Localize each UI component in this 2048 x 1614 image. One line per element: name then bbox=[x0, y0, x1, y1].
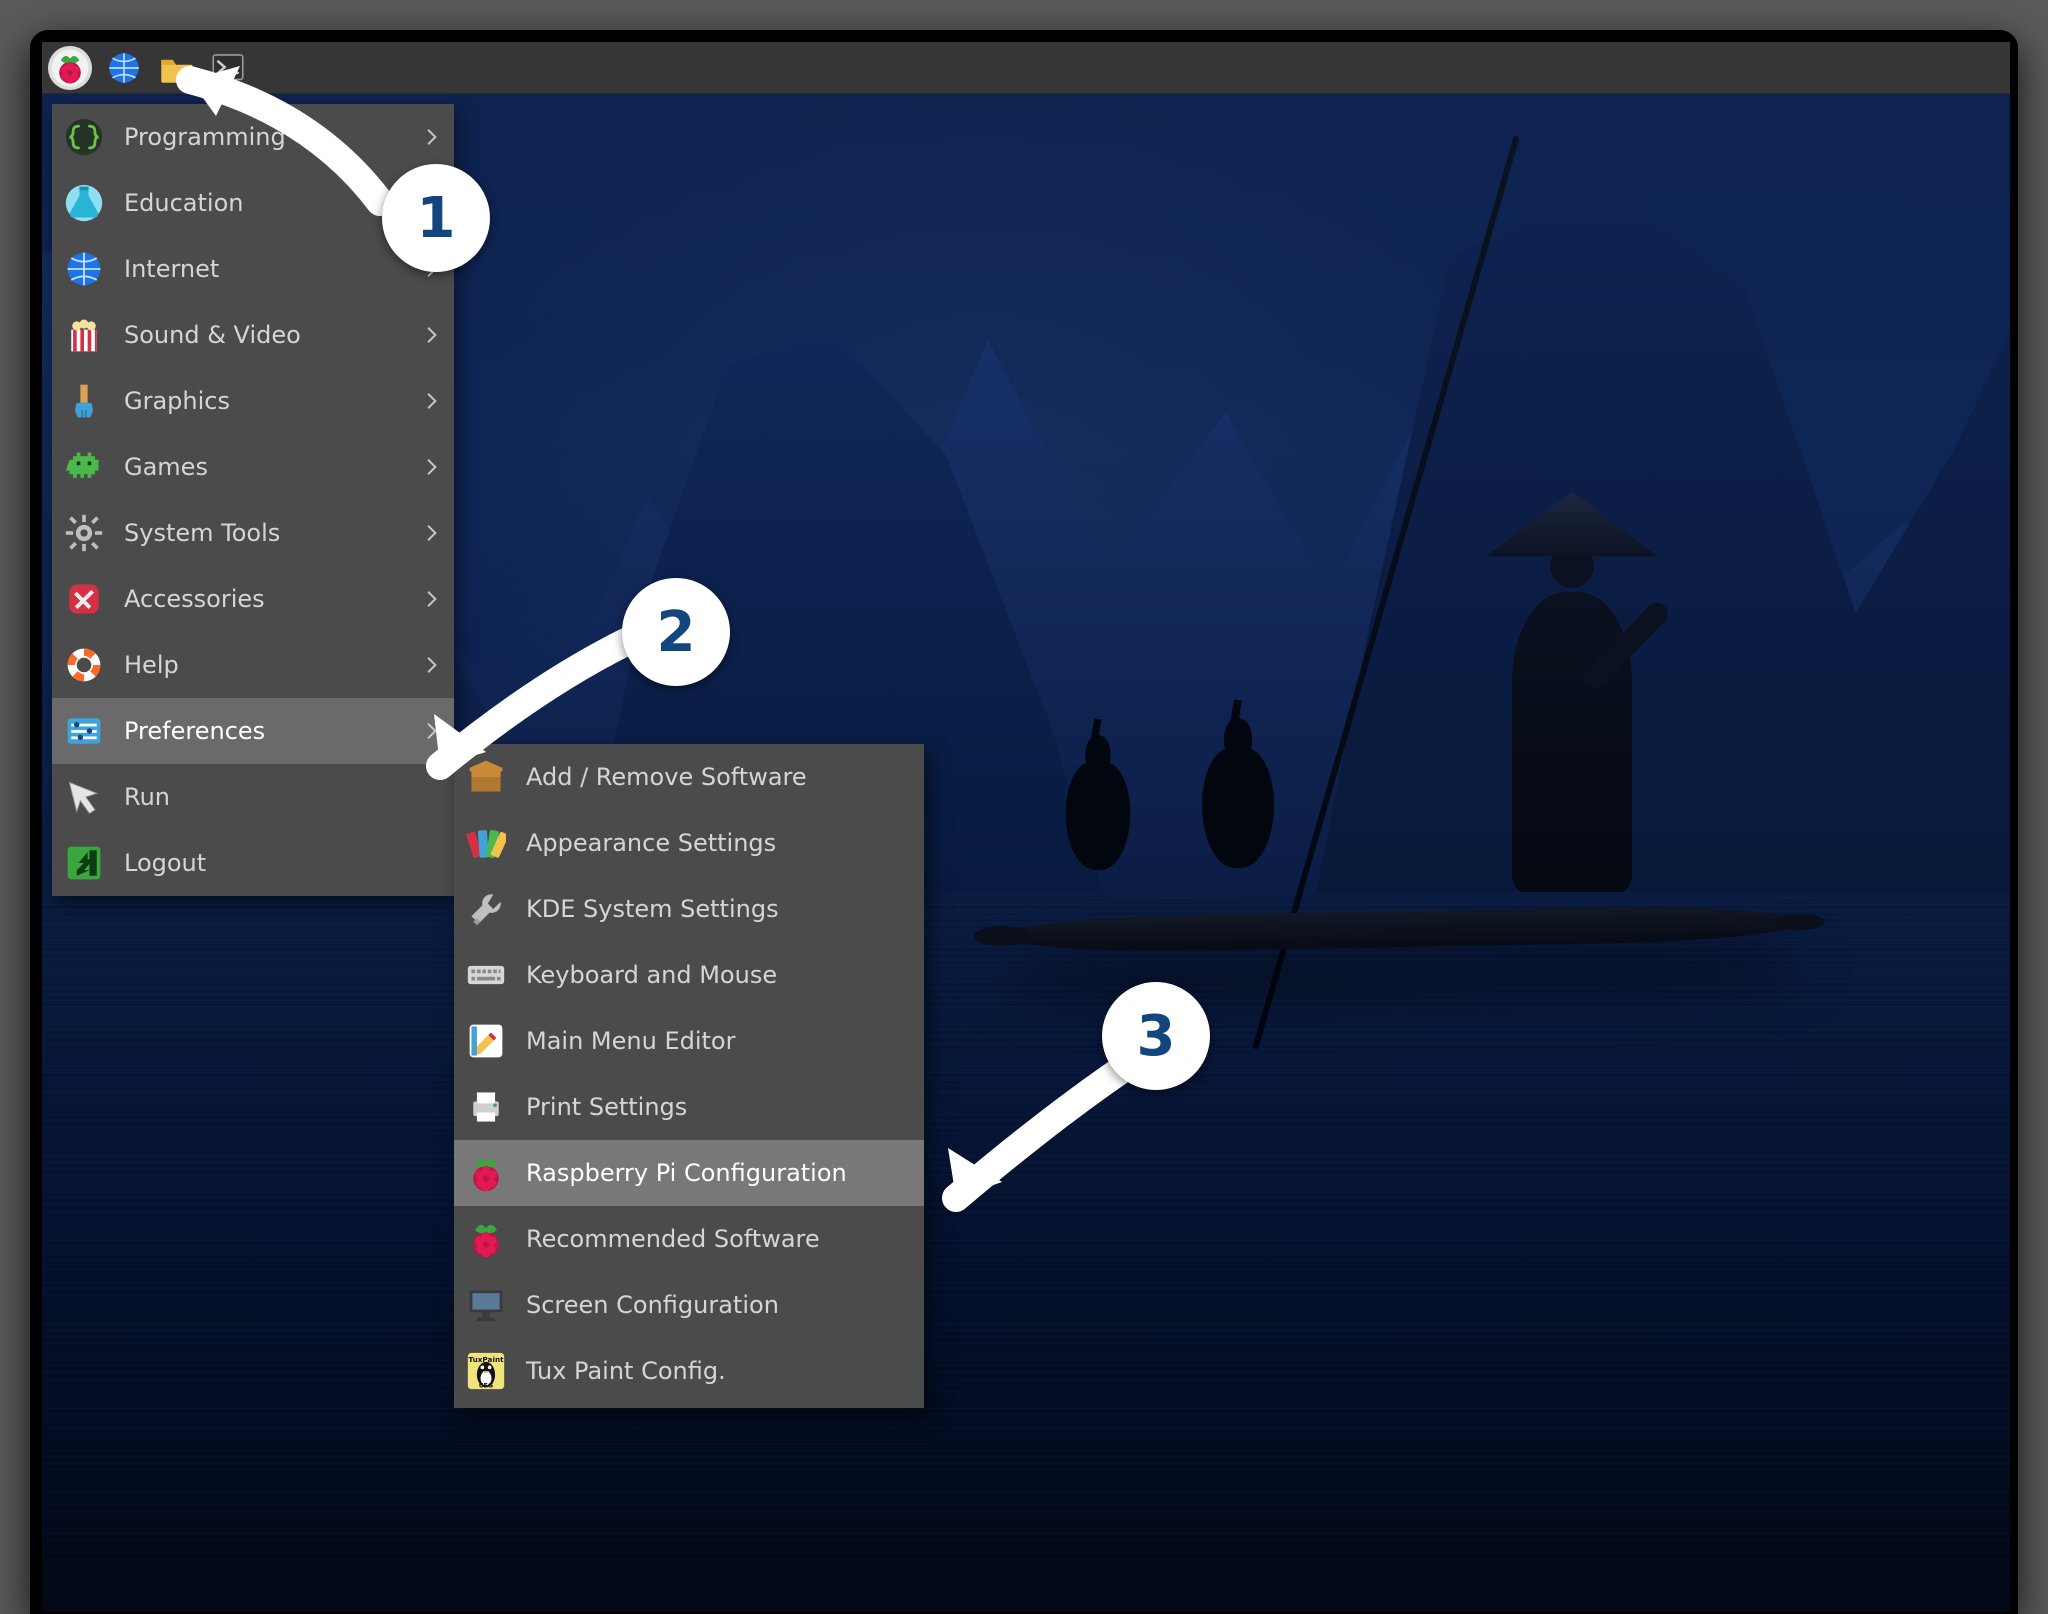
annotation-step-3-label: 3 bbox=[1137, 1004, 1176, 1069]
menu-item-graphics[interactable]: Graphics bbox=[52, 368, 454, 434]
menu-item-label: Graphics bbox=[124, 387, 408, 415]
submenu-item-label: Print Settings bbox=[526, 1093, 687, 1121]
submenu-item-kde-system-settings[interactable]: KDE System Settings bbox=[454, 876, 924, 942]
submenu-item-tux-paint-config[interactable]: Tux Paint Config. bbox=[454, 1338, 924, 1404]
annotation-step-1-label: 1 bbox=[417, 186, 456, 251]
submenu-item-keyboard-and-mouse[interactable]: Keyboard and Mouse bbox=[454, 942, 924, 1008]
submenu-item-main-menu-editor[interactable]: Main Menu Editor bbox=[454, 1008, 924, 1074]
flask-icon bbox=[62, 181, 106, 225]
submenu-item-label: KDE System Settings bbox=[526, 895, 779, 923]
submenu-item-screen-configuration[interactable]: Screen Configuration bbox=[454, 1272, 924, 1338]
menu-item-logout[interactable]: Logout bbox=[52, 830, 454, 896]
box-icon bbox=[464, 755, 508, 799]
menu-item-label: Accessories bbox=[124, 585, 408, 613]
chevron-right-icon bbox=[426, 393, 440, 409]
invader-icon bbox=[62, 445, 106, 489]
wallpaper-fisherman bbox=[1462, 472, 1682, 892]
chevron-right-icon bbox=[426, 327, 440, 343]
folder-icon bbox=[158, 50, 194, 86]
menu-item-label: System Tools bbox=[124, 519, 408, 547]
lifebuoy-icon bbox=[62, 643, 106, 687]
submenu-item-appearance-settings[interactable]: Appearance Settings bbox=[454, 810, 924, 876]
screenshot-frame: Programming Education Internet Sound & Vide… bbox=[30, 30, 2018, 1614]
menu-item-preferences[interactable]: Preferences bbox=[52, 698, 454, 764]
chevron-right-icon bbox=[426, 525, 440, 541]
menu-item-label: Programming bbox=[124, 123, 408, 151]
chevron-right-icon bbox=[426, 459, 440, 475]
menu-item-label: Logout bbox=[124, 849, 408, 877]
menu-item-label: Sound & Video bbox=[124, 321, 408, 349]
wallpaper-water bbox=[42, 892, 2010, 1614]
submenu-item-label: Raspberry Pi Configuration bbox=[526, 1159, 847, 1187]
cursor-icon bbox=[62, 775, 106, 819]
swatches-icon bbox=[464, 821, 508, 865]
chevron-right-icon bbox=[426, 723, 440, 739]
raspberry-icon bbox=[53, 51, 87, 85]
submenu-item-label: Tux Paint Config. bbox=[526, 1357, 726, 1385]
terminal-icon bbox=[210, 50, 246, 86]
menu-item-accessories[interactable]: Accessories bbox=[52, 566, 454, 632]
menu-item-system-tools[interactable]: System Tools bbox=[52, 500, 454, 566]
wallpaper-bird bbox=[1066, 762, 1131, 870]
menu-item-run[interactable]: Run bbox=[52, 764, 454, 830]
chevron-right-icon bbox=[426, 129, 440, 145]
submenu-item-print-settings[interactable]: Print Settings bbox=[454, 1074, 924, 1140]
start-menu-button[interactable] bbox=[48, 46, 92, 90]
keyboard-icon bbox=[464, 953, 508, 997]
printer-icon bbox=[464, 1085, 508, 1129]
menu-item-sound-video[interactable]: Sound & Video bbox=[52, 302, 454, 368]
tux-icon bbox=[464, 1349, 508, 1393]
annotation-step-3: 3 bbox=[1102, 982, 1210, 1090]
chevron-right-icon bbox=[426, 591, 440, 607]
desktop: Programming Education Internet Sound & Vide… bbox=[42, 42, 2010, 1614]
globe-icon bbox=[106, 50, 142, 86]
menu-item-label: Run bbox=[124, 783, 408, 811]
web-browser-button[interactable] bbox=[98, 42, 150, 94]
menu-item-programming[interactable]: Programming bbox=[52, 104, 454, 170]
sliders-icon bbox=[62, 709, 106, 753]
submenu-item-raspberry-pi-configuration[interactable]: Raspberry Pi Configuration bbox=[454, 1140, 924, 1206]
brush-icon bbox=[62, 379, 106, 423]
gear-icon bbox=[62, 511, 106, 555]
submenu-item-label: Main Menu Editor bbox=[526, 1027, 735, 1055]
preferences-submenu: Add / Remove Software Appearance Settings… bbox=[454, 744, 924, 1408]
menu-item-label: Preferences bbox=[124, 717, 408, 745]
menu-item-label: Education bbox=[124, 189, 408, 217]
menu-item-help[interactable]: Help bbox=[52, 632, 454, 698]
submenu-item-label: Keyboard and Mouse bbox=[526, 961, 777, 989]
raspberry-icon bbox=[464, 1217, 508, 1261]
popcorn-icon bbox=[62, 313, 106, 357]
exit-icon bbox=[62, 841, 106, 885]
submenu-item-label: Recommended Software bbox=[526, 1225, 820, 1253]
menu-item-label: Help bbox=[124, 651, 408, 679]
monitor-icon bbox=[464, 1283, 508, 1327]
annotation-step-2-label: 2 bbox=[657, 600, 696, 665]
menu-item-label: Internet bbox=[124, 255, 408, 283]
submenu-item-label: Add / Remove Software bbox=[526, 763, 807, 791]
globe-icon bbox=[62, 247, 106, 291]
submenu-item-label: Screen Configuration bbox=[526, 1291, 779, 1319]
braces-icon bbox=[62, 115, 106, 159]
annotation-step-2: 2 bbox=[622, 578, 730, 686]
raspberry-icon bbox=[464, 1151, 508, 1195]
wallpaper-bird bbox=[1202, 748, 1274, 868]
menu-item-games[interactable]: Games bbox=[52, 434, 454, 500]
submenu-item-add-remove-software[interactable]: Add / Remove Software bbox=[454, 744, 924, 810]
file-manager-button[interactable] bbox=[150, 42, 202, 94]
annotation-step-1: 1 bbox=[382, 164, 490, 272]
submenu-item-label: Appearance Settings bbox=[526, 829, 776, 857]
knife-icon bbox=[62, 577, 106, 621]
submenu-item-recommended-software[interactable]: Recommended Software bbox=[454, 1206, 924, 1272]
menu-item-label: Games bbox=[124, 453, 408, 481]
chevron-right-icon bbox=[426, 657, 440, 673]
terminal-button[interactable] bbox=[202, 42, 254, 94]
wrench-icon bbox=[464, 887, 508, 931]
pencil-icon bbox=[464, 1019, 508, 1063]
taskbar bbox=[42, 42, 2010, 94]
